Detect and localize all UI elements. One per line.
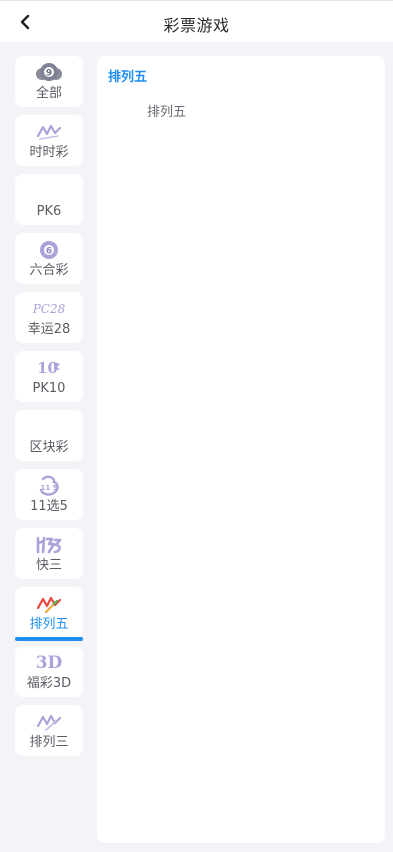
sidebar-item-xingyun28[interactable]: PC28 幸运28 xyxy=(15,292,83,343)
sidebar-item-label: 六合彩 xyxy=(29,263,69,278)
sidebar-item-pailiesan[interactable]: 排列三 xyxy=(15,705,83,756)
sidebar-item-pailiewu[interactable]: 排列五 xyxy=(15,587,83,641)
kuaisan-logo-icon xyxy=(15,534,83,556)
3d-logo-text: 3D xyxy=(35,653,63,673)
section-title: 排列五 xyxy=(108,70,148,85)
sidebar-item-pk10[interactable]: 10 PK10 xyxy=(15,351,83,402)
sidebar-item-label: PK6 xyxy=(36,204,62,219)
ball-6-icon: 6 xyxy=(15,239,83,261)
sidebar-item-shishicai[interactable]: 时时彩 xyxy=(15,115,83,166)
pailiewu-logo-icon xyxy=(15,593,83,615)
sidebar-item-label: 时时彩 xyxy=(29,145,69,160)
sidebar-item-label: 11选5 xyxy=(30,499,68,514)
sidebar-item-kuaisan[interactable]: 快三 xyxy=(15,528,83,579)
sidebar-item-label: 区块彩 xyxy=(29,440,69,455)
svg-text:11 5: 11 5 xyxy=(40,484,57,492)
sidebar-item-fucai3d[interactable]: 3D 福彩3D xyxy=(15,646,83,697)
billiard-ball-9-icon: 9 xyxy=(15,62,83,84)
svg-text:9: 9 xyxy=(46,69,52,79)
pc28-logo-text: PC28 xyxy=(32,302,66,316)
sidebar-item-qukuaicai[interactable]: 区块彩 xyxy=(15,410,83,461)
game-item-pailiewu[interactable]: 排列五 xyxy=(147,101,186,120)
svg-text:6: 6 xyxy=(46,246,52,256)
sidebar-item-label: 快三 xyxy=(35,558,62,573)
sidebar-item-label: 福彩3D xyxy=(26,676,72,691)
sidebar-item-label: 全部 xyxy=(35,86,62,101)
sidebar-item-label: 排列五 xyxy=(29,617,69,632)
pailiesan-logo-icon xyxy=(15,711,83,733)
page-title: 彩票游戏 xyxy=(163,16,230,35)
sidebar-item-pk6[interactable]: PK6 xyxy=(15,174,83,225)
shishicai-logo-icon xyxy=(15,121,83,143)
category-sidebar: 9 全部 时时彩 PK6 6 六合彩 PC28 幸运28 10 PK10 区块彩… xyxy=(15,56,83,764)
sidebar-item-label: 幸运28 xyxy=(27,322,71,337)
pc28-logo-icon: PC28 xyxy=(15,298,83,320)
sidebar-item-label: PK10 xyxy=(32,381,66,396)
sidebar-item-label: 排列三 xyxy=(29,735,69,750)
sidebar-item-11x5[interactable]: 11 5 11选5 xyxy=(15,469,83,520)
3d-logo-icon: 3D xyxy=(15,652,83,674)
top-bar: 彩票游戏 xyxy=(0,0,393,42)
pk10-logo-icon: 10 xyxy=(15,357,83,379)
sidebar-item-liuhecai[interactable]: 6 六合彩 xyxy=(15,233,83,284)
11x5-logo-icon: 11 5 xyxy=(15,475,83,497)
game-list-panel: 排列五 排列五 xyxy=(97,56,385,843)
sidebar-item-all[interactable]: 9 全部 xyxy=(15,56,83,107)
